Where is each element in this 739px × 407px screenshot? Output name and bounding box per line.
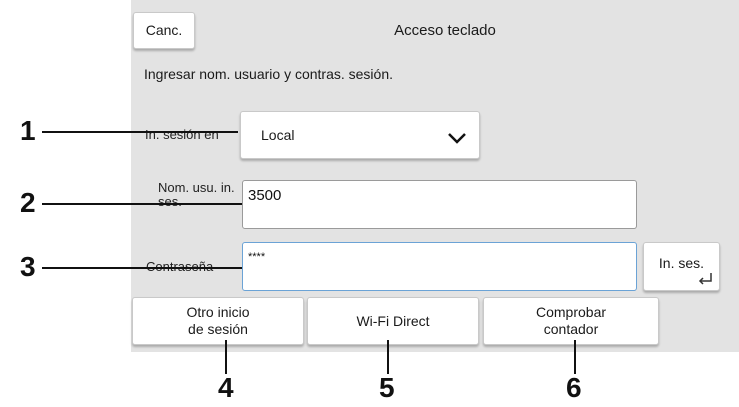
wifi-direct-button[interactable]: Wi-Fi Direct bbox=[307, 297, 479, 345]
login-prompt: Ingresar nom. usuario y contras. sesión. bbox=[144, 66, 394, 82]
password-input[interactable]: **** bbox=[242, 242, 637, 291]
check-counter-button[interactable]: Comprobar contador bbox=[483, 297, 659, 345]
callout-number-1: 1 bbox=[20, 115, 36, 146]
callout-number-2: 2 bbox=[20, 187, 36, 218]
callout-line-4 bbox=[225, 340, 227, 374]
password-label: Contraseña bbox=[146, 260, 214, 272]
callout-line-3 bbox=[42, 267, 242, 269]
password-value: **** bbox=[248, 251, 266, 263]
callout-line-6 bbox=[574, 340, 576, 374]
callout-number-5: 5 bbox=[379, 372, 395, 403]
callout-number-6: 6 bbox=[566, 372, 582, 403]
chevron-down-icon bbox=[448, 133, 466, 144]
login-button[interactable]: In. ses. bbox=[643, 242, 720, 291]
cancel-button[interactable]: Canc. bbox=[133, 12, 195, 49]
username-value: 3500 bbox=[248, 187, 282, 204]
login-button-label: In. ses. bbox=[658, 255, 705, 271]
username-label: Nom. usu. in. ses. bbox=[158, 181, 235, 209]
other-login-button[interactable]: Otro inicio de sesión bbox=[132, 297, 304, 345]
login-dest-dropdown[interactable]: Local bbox=[240, 111, 480, 159]
enter-icon bbox=[698, 273, 712, 285]
callout-line-5 bbox=[387, 340, 389, 374]
callout-number-3: 3 bbox=[20, 251, 36, 282]
callout-number-4: 4 bbox=[218, 372, 234, 403]
login-dest-value: Local bbox=[261, 126, 295, 143]
callout-line-1 bbox=[42, 131, 238, 133]
callout-line-2 bbox=[42, 203, 242, 205]
page-title: Acceso teclado bbox=[394, 22, 496, 39]
username-input[interactable]: 3500 bbox=[242, 180, 637, 229]
